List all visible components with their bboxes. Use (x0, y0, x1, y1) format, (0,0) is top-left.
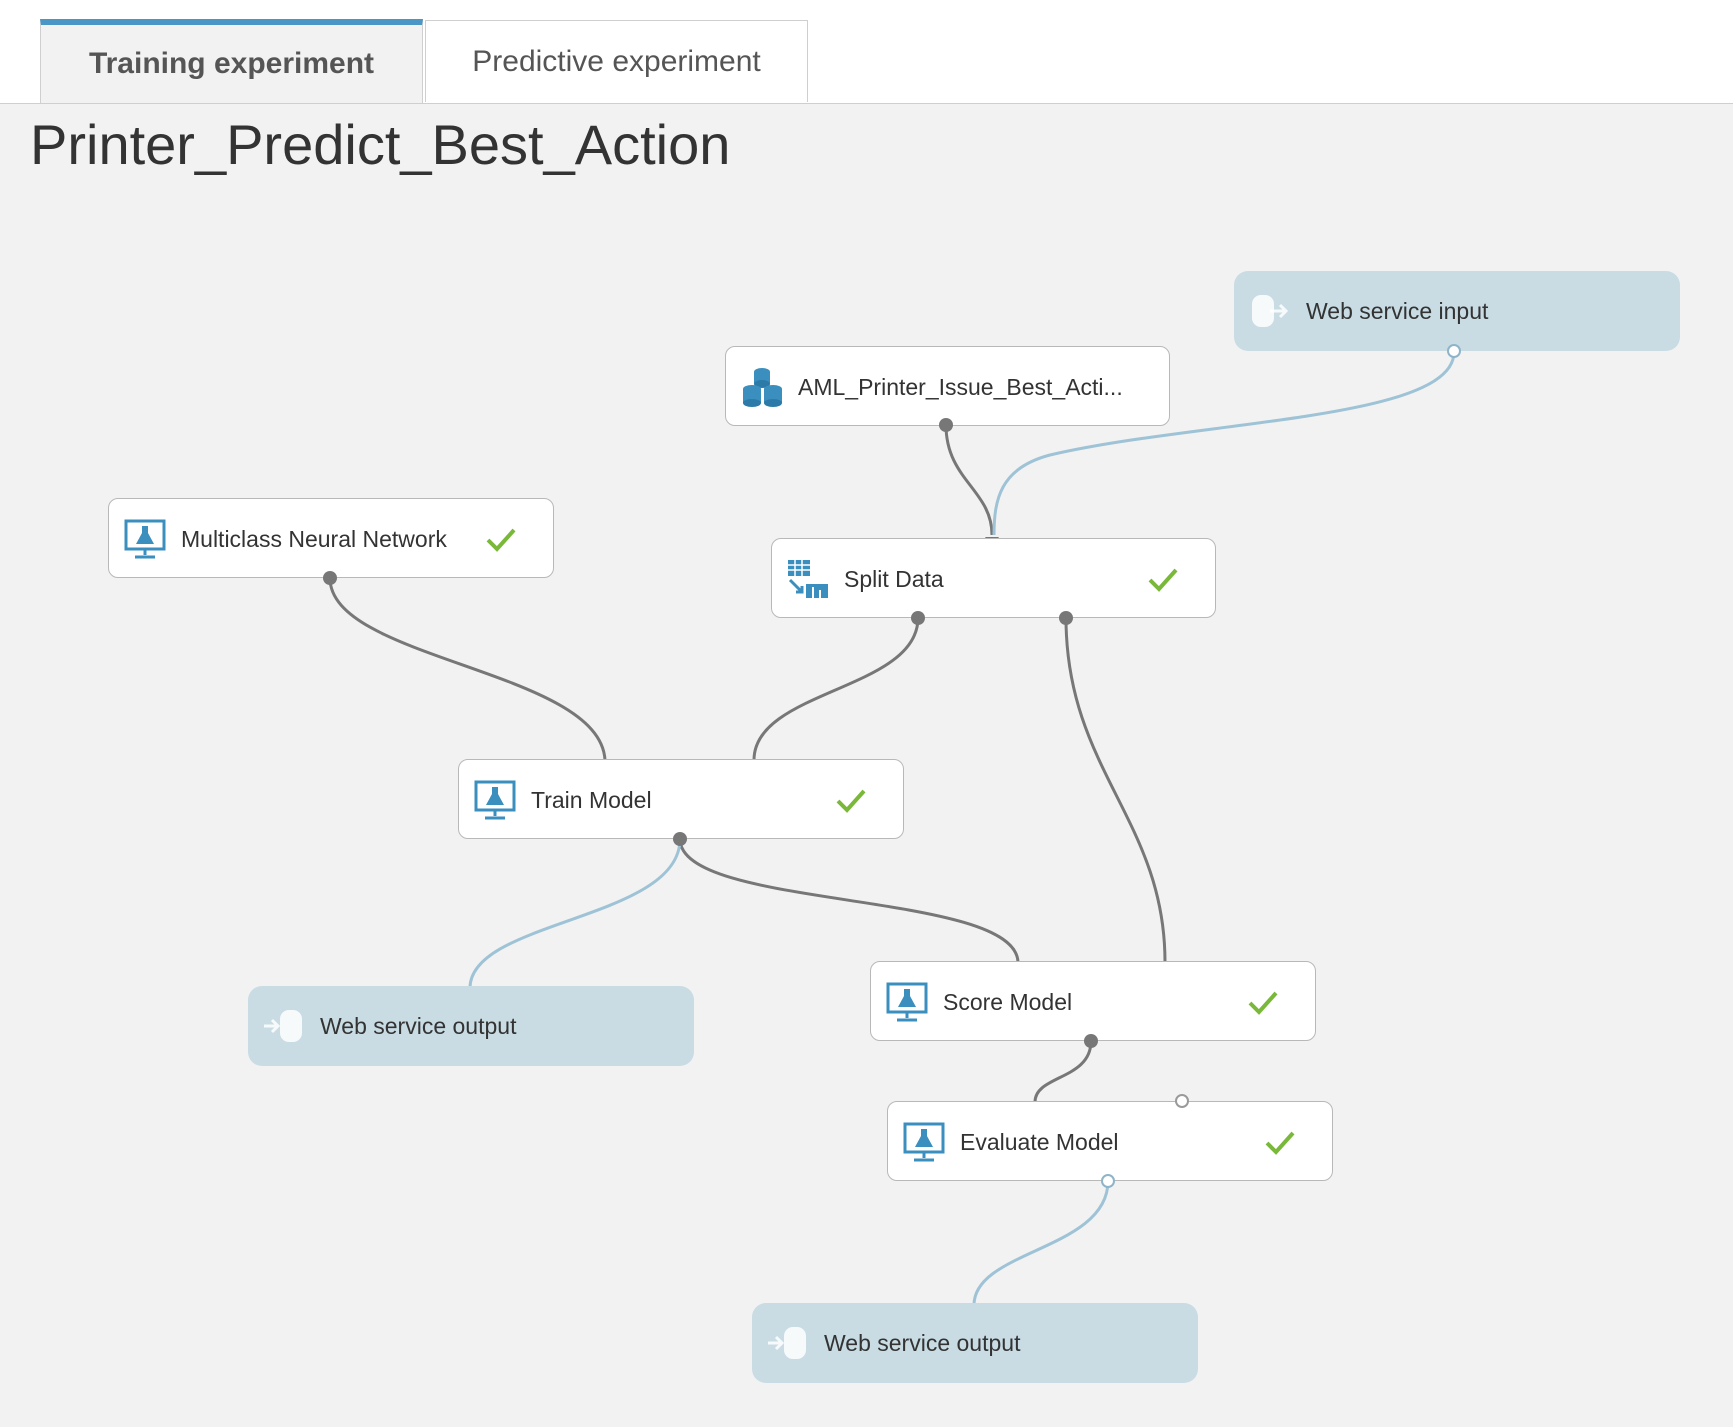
split-data-icon (788, 560, 828, 598)
web-service-output-icon (768, 1327, 806, 1359)
dataset-node[interactable]: AML_Printer_Issue_Best_Acti... (725, 346, 1170, 426)
checkmark-icon (486, 528, 516, 552)
web-service-input-node[interactable]: Web service input (1234, 271, 1680, 351)
web-service-output-node-1[interactable]: Web service output (248, 986, 694, 1066)
web-service-output-icon (264, 1010, 302, 1042)
wire-neuralnet-to-train (328, 577, 607, 761)
web-service-output-node-2[interactable]: Web service output (752, 1303, 1198, 1383)
train-model-node[interactable]: Train Model (458, 759, 904, 839)
web-service-input-output-port[interactable] (1447, 344, 1461, 358)
split-data-output-port-1[interactable] (911, 611, 925, 625)
train-model-label: Train Model (531, 786, 652, 813)
dataset-output-port[interactable] (939, 418, 953, 432)
wire-train-to-wsoutput (468, 838, 682, 989)
wire-evaluate-to-wsoutput (972, 1180, 1110, 1306)
web-service-output-label: Web service output (320, 1012, 517, 1039)
split-data-label: Split Data (844, 565, 944, 592)
checkmark-icon (1265, 1131, 1295, 1155)
checkmark-icon (836, 789, 866, 813)
split-data-output-port-2[interactable] (1059, 611, 1073, 625)
checkmark-icon (1148, 568, 1178, 592)
connection-wires (328, 351, 1456, 1316)
score-model-output-port[interactable] (1084, 1034, 1098, 1048)
evaluate-model-output-port[interactable] (1101, 1174, 1115, 1188)
web-service-output-label: Web service output (824, 1329, 1021, 1356)
evaluate-model-label: Evaluate Model (960, 1128, 1119, 1155)
web-service-input-icon (1252, 295, 1289, 327)
flask-monitor-icon (124, 519, 166, 559)
web-service-input-label: Web service input (1306, 297, 1489, 324)
flask-monitor-icon (903, 1122, 945, 1162)
split-data-node[interactable]: Split Data (771, 538, 1216, 618)
multiclass-neural-network-node[interactable]: Multiclass Neural Network (108, 498, 554, 578)
flask-monitor-icon (886, 982, 928, 1022)
flask-monitor-icon (474, 780, 516, 820)
evaluate-model-input-port-2[interactable] (1175, 1094, 1189, 1108)
wire-train-to-score (678, 838, 1020, 963)
dataset-label: AML_Printer_Issue_Best_Acti... (798, 373, 1123, 400)
dataset-icon (743, 368, 782, 407)
wire-score-to-evaluate (1033, 1040, 1093, 1103)
wire-split-to-score (1064, 617, 1167, 963)
neural-network-output-port[interactable] (323, 571, 337, 585)
evaluate-model-node[interactable]: Evaluate Model (887, 1101, 1333, 1181)
multiclass-neural-network-label: Multiclass Neural Network (181, 525, 447, 552)
checkmark-icon (1248, 991, 1278, 1015)
wire-dataset-to-split (944, 424, 994, 536)
train-model-output-port[interactable] (673, 832, 687, 846)
wire-split-to-train (752, 617, 920, 761)
score-model-label: Score Model (943, 988, 1073, 1015)
score-model-node[interactable]: Score Model (870, 961, 1316, 1041)
